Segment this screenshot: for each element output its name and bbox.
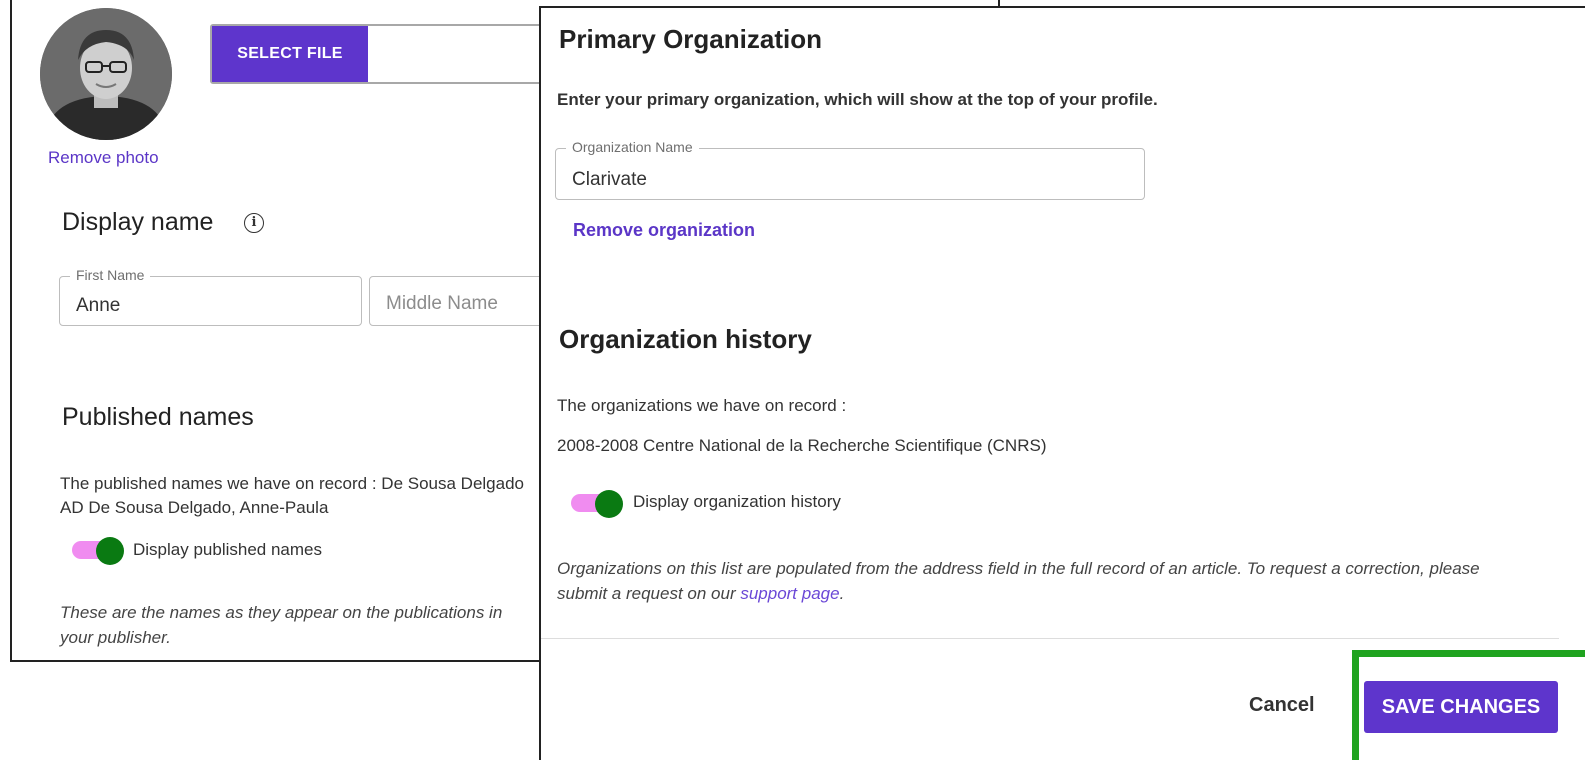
first-name-label: First Name xyxy=(70,267,151,283)
info-icon[interactable]: i xyxy=(244,213,264,233)
toggle-thumb xyxy=(96,537,124,565)
dialog-description: Enter your primary organization, which w… xyxy=(557,90,1158,109)
remove-photo-link[interactable]: Remove photo xyxy=(48,148,159,168)
toggle-thumb xyxy=(595,490,623,518)
remove-organization-link[interactable]: Remove organization xyxy=(573,220,755,241)
save-changes-button[interactable]: SAVE CHANGES xyxy=(1364,681,1558,733)
note-suffix: . xyxy=(839,584,845,603)
avatar-photo xyxy=(40,8,172,140)
middle-name-placeholder: Middle Name xyxy=(386,293,498,314)
published-names-title: Published names xyxy=(62,403,254,431)
select-file-button[interactable]: SELECT FILE xyxy=(212,26,368,82)
organization-name-label: Organization Name xyxy=(566,139,699,155)
display-name-title: Display name xyxy=(62,208,214,236)
note-text: Organizations on this list are populated… xyxy=(557,559,1480,603)
dialog-divider xyxy=(541,638,1559,639)
organization-history-toggle-label: Display organization history xyxy=(633,492,841,511)
primary-organization-dialog: Primary Organization Enter your primary … xyxy=(539,6,1585,760)
support-page-link[interactable]: support page xyxy=(740,584,839,603)
organization-history-intro: The organizations we have on record : xyxy=(557,396,847,415)
organization-name-field[interactable]: Organization Name Clarivate xyxy=(555,139,1145,200)
cancel-button[interactable]: Cancel xyxy=(1249,694,1315,717)
first-name-value: Anne xyxy=(76,295,121,316)
organization-history-toggle[interactable] xyxy=(571,490,623,518)
published-names-note: These are the names as they appear on th… xyxy=(60,603,503,647)
published-names-record-1: The published names we have on record : … xyxy=(60,474,525,493)
published-names-toggle-label: Display published names xyxy=(133,540,322,559)
first-name-field[interactable]: First Name Anne xyxy=(59,267,362,326)
published-names-toggle[interactable] xyxy=(72,537,124,565)
published-names-record-2: AD De Sousa Delgado, Anne-Paula xyxy=(60,498,329,517)
organization-name-value: Clarivate xyxy=(572,169,647,190)
organization-history-note: Organizations on this list are populated… xyxy=(557,556,1507,606)
organization-history-title: Organization history xyxy=(559,324,812,354)
organization-history-entry: 2008-2008 Centre National de la Recherch… xyxy=(557,436,1047,455)
dialog-title: Primary Organization xyxy=(559,24,822,54)
avatar xyxy=(40,8,172,140)
